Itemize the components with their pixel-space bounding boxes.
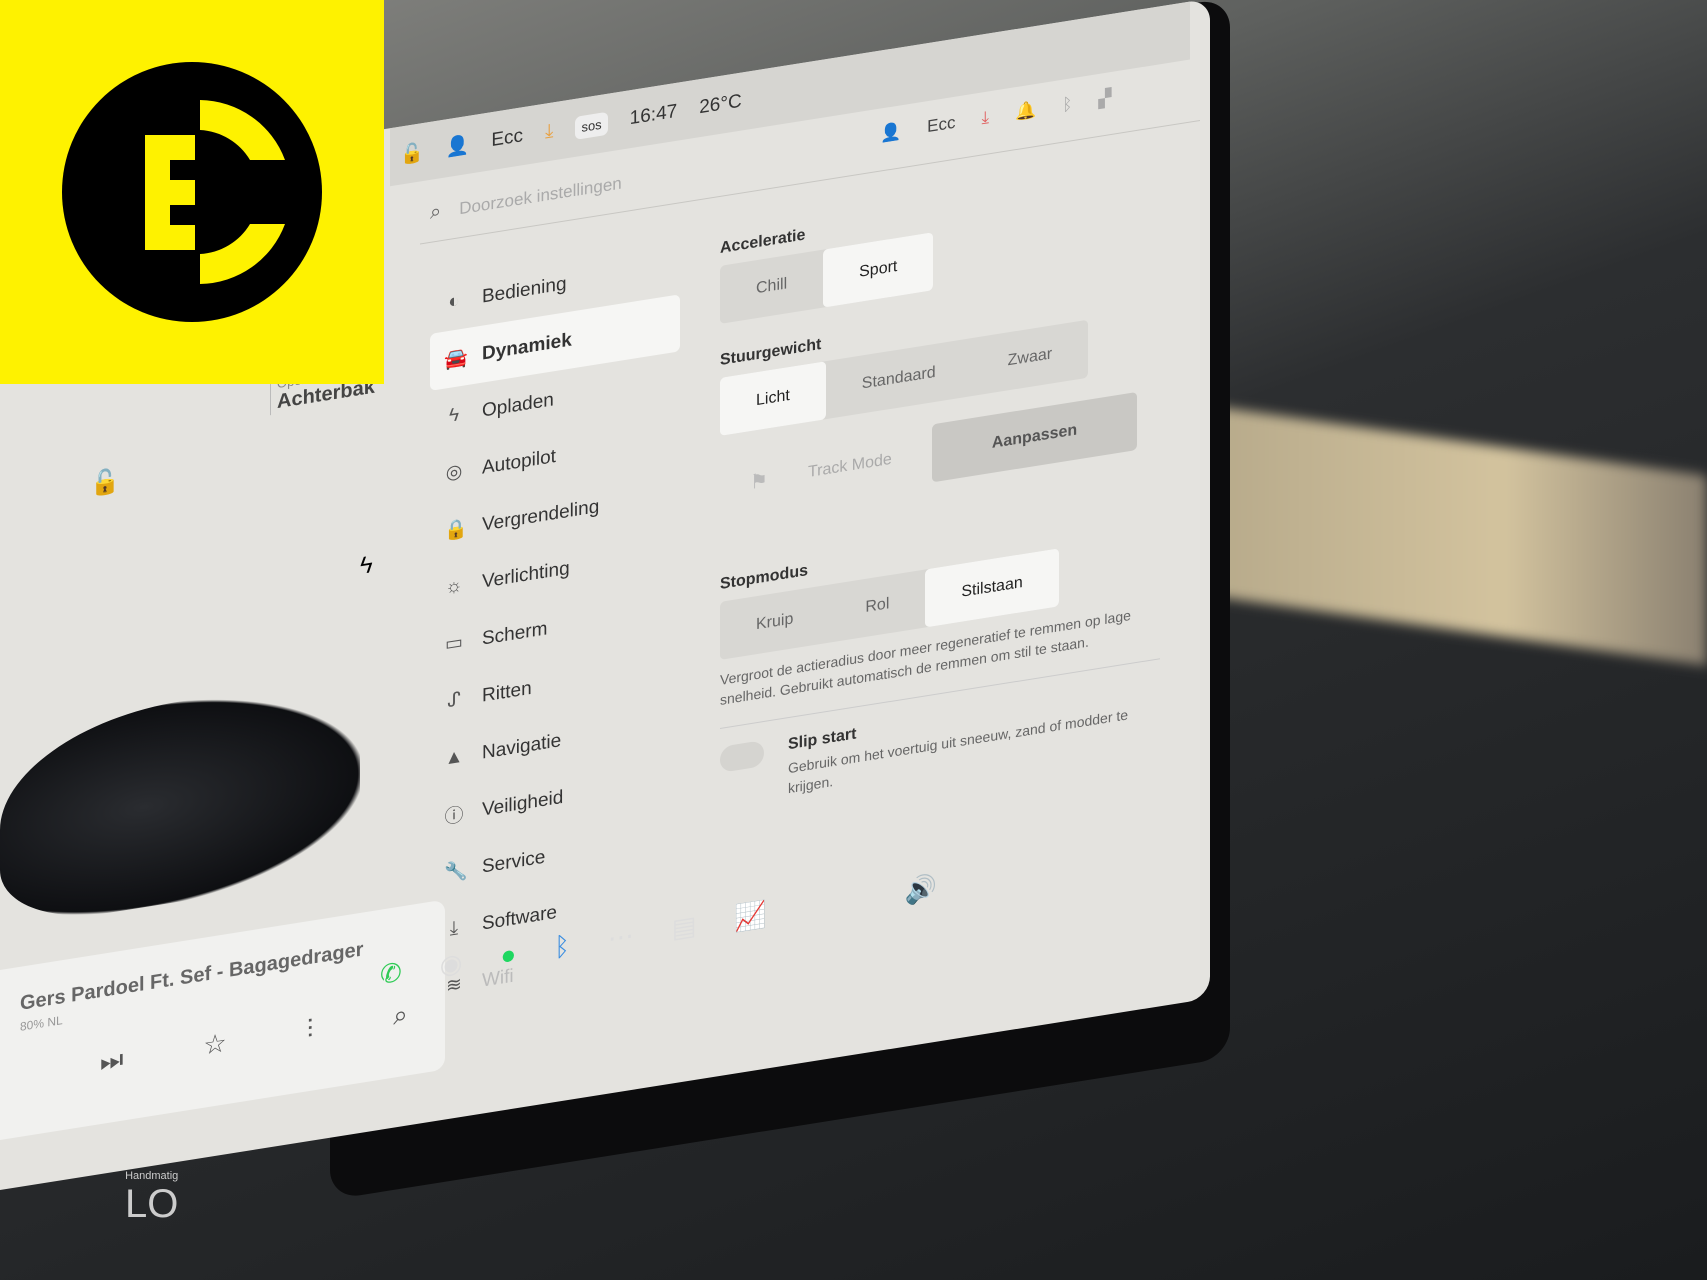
sidebar-item-label: Bediening <box>482 272 567 308</box>
wrench-icon: 🔧 <box>444 859 468 885</box>
signal-icon: ▞ <box>1098 87 1112 110</box>
notes-icon[interactable]: ▤ <box>672 909 697 944</box>
car-image <box>0 672 360 930</box>
bluetooth-icon[interactable]: ᛒ <box>554 929 570 962</box>
clock: 16:47 <box>629 100 678 130</box>
info-icon: ⓘ <box>444 804 464 829</box>
car-icon: 🚘 <box>444 346 468 372</box>
spotify-icon[interactable]: ● <box>500 938 516 971</box>
option-stilstaan[interactable]: Stilstaan <box>925 548 1059 628</box>
option-kruip[interactable]: Kruip <box>720 585 829 660</box>
download-icon[interactable]: ⤓ <box>545 120 553 143</box>
sidebar-item-label: Dynamiek <box>482 328 572 365</box>
option-standaard[interactable]: Standaard <box>826 338 972 419</box>
track-mode-customize-button[interactable]: Aanpassen <box>931 391 1138 483</box>
sos-button[interactable]: sos <box>575 111 608 140</box>
search-icon[interactable]: ⌕ <box>393 998 408 1032</box>
toggle-icon: ◐ <box>448 289 460 313</box>
settings-sidebar: ◐ Bediening 🚘 Dynamiek ϟ Opladen ◎ Autopilot… <box>430 237 680 1018</box>
climate-temperature: LO <box>125 1182 179 1226</box>
equalizer-icon[interactable]: ⫶ <box>307 1013 314 1046</box>
dashboard-background <box>1200 404 1707 666</box>
option-zwaar[interactable]: Zwaar <box>972 320 1088 396</box>
next-track-icon[interactable]: ⏭ <box>100 1043 123 1079</box>
track-mode-label: Track Mode <box>807 450 892 482</box>
download-icon[interactable]: ⤓ <box>982 107 990 128</box>
camera-icon[interactable]: ◉ <box>440 946 463 981</box>
slip-start-toggle[interactable] <box>720 739 764 773</box>
brand-logo <box>0 0 384 384</box>
sidebar-item-label: Ritten <box>482 677 532 707</box>
trips-icon: ᔑ <box>447 689 461 713</box>
profile-icon[interactable]: 👤 <box>446 133 470 161</box>
ec-logo-icon <box>62 62 322 322</box>
dynamics-settings: Acceleratie Chill Sport Stuurgewicht Lic… <box>720 156 1160 809</box>
lock-icon: 🔒 <box>444 517 468 543</box>
sidebar-item-label: Vergrendeling <box>482 495 600 536</box>
acceleration-label: Acceleratie <box>720 226 806 257</box>
climate-control[interactable]: Handmatig LO <box>125 1170 178 1227</box>
header-user[interactable]: Ecc <box>927 113 955 137</box>
climate-mode: Handmatig <box>125 1170 179 1182</box>
option-chill[interactable]: Chill <box>720 250 823 324</box>
option-sport[interactable]: Sport <box>823 232 934 308</box>
more-icon[interactable]: ⋯ <box>608 919 634 954</box>
bolt-icon: ϟ <box>448 403 460 427</box>
light-icon: ☼ <box>445 574 463 598</box>
option-licht[interactable]: Licht <box>720 361 826 436</box>
navigation-icon: ▲ <box>444 745 464 770</box>
search-input[interactable]: Doorzoek instellingen <box>459 173 622 219</box>
phone-icon[interactable]: ✆ <box>380 956 402 990</box>
flag-icon: ⚑ <box>750 468 768 494</box>
media-player: Gers Pardoel Ft. Sef - Bagagedrager 80% … <box>0 899 445 1140</box>
search-icon: ⌕ <box>430 200 442 224</box>
sidebar-item-label: Verlichting <box>482 557 570 593</box>
charge-port-icon[interactable]: ϟ <box>360 551 373 581</box>
sidebar-item-label: Opladen <box>482 388 554 422</box>
status-user[interactable]: Ecc <box>491 125 523 152</box>
temperature: 26°C <box>699 90 742 119</box>
bluetooth-icon[interactable]: ᛒ <box>1062 94 1072 116</box>
sidebar-item-label: Veiligheid <box>482 786 564 821</box>
profile-icon[interactable]: 👤 <box>880 121 901 144</box>
display-icon: ▭ <box>445 631 463 656</box>
bell-icon[interactable]: 🔔 <box>1015 100 1036 123</box>
unlock-icon[interactable]: 🔓 <box>400 140 424 168</box>
sidebar-item-label: Service <box>482 846 546 878</box>
sidebar-item-label: Navigatie <box>482 729 562 764</box>
car-panel: Open Achterbak 🔓 ϟ Gers Pardoel Ft. Sef … <box>0 340 445 1150</box>
steering-wheel-icon: ◎ <box>445 460 463 485</box>
sidebar-item-label: Scherm <box>482 617 548 650</box>
star-icon[interactable]: ☆ <box>203 1027 226 1063</box>
sidebar-item-label: Autopilot <box>482 445 556 479</box>
unlock-icon[interactable]: 🔓 <box>90 466 120 500</box>
volume-icon[interactable]: 🔊 <box>905 871 937 907</box>
stocks-icon[interactable]: 📈 <box>734 898 766 934</box>
option-rol[interactable]: Rol <box>829 569 925 642</box>
